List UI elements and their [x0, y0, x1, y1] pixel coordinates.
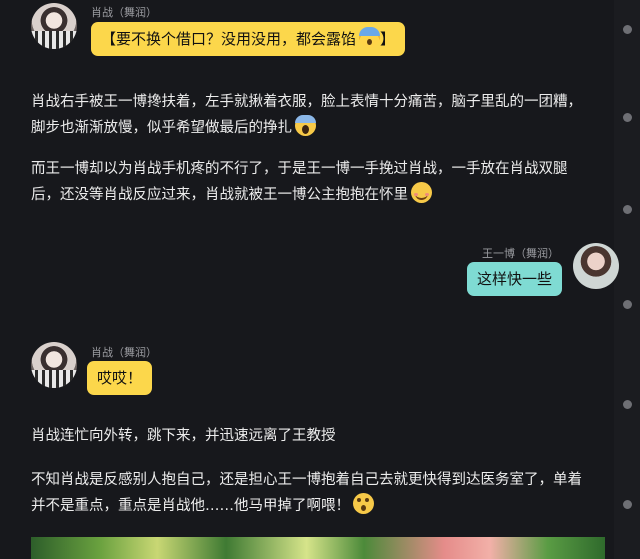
- sender-name: 王一博（舞润）: [482, 247, 559, 260]
- narration-paragraph: 不知肖战是反感别人抱自己，还是担心王一博抱着自己去就更快得到达医务室了，单着 并…: [31, 468, 582, 519]
- scroll-marker[interactable]: [623, 205, 632, 214]
- narration-line: 肖战右手被王一博搀扶着，左手就揪着衣服，脸上表情十分痛苦，脑子里乱的一团糟，: [31, 94, 582, 110]
- narration-line: 后，还没等肖战反应过来，肖战就被王一博公主抱抱在怀里: [31, 182, 568, 208]
- avatar-xiaozhan[interactable]: [31, 342, 77, 388]
- narration-line: 并不是重点，重点是肖战他……他马甲掉了啊喂！: [31, 493, 582, 519]
- smiling-blush-emoji-icon: [411, 182, 432, 203]
- chat-bubble: 【要不换个借口？没用没用，都会露馅 】: [91, 22, 406, 56]
- avatar-wangyibo[interactable]: [573, 243, 619, 289]
- flushed-face-emoji-icon: [353, 493, 374, 514]
- bubble-text: 【要不换个借口？没用没用，都会露馅: [101, 30, 357, 48]
- bubble-suffix: 】: [380, 30, 396, 48]
- scroll-marker[interactable]: [623, 300, 632, 309]
- scroll-marker[interactable]: [623, 400, 632, 409]
- screaming-face-emoji-icon: [295, 115, 316, 136]
- avatar-xiaozhan[interactable]: [31, 3, 77, 49]
- narration-line: 不知肖战是反感别人抱自己，还是担心王一博抱着自己去就更快得到达医务室了，单着: [31, 472, 582, 488]
- narration-line: 肖战连忙向外转，跳下来，并迅速远离了王教授: [31, 428, 336, 444]
- narration-paragraph: 而王一博却以为肖战手机疼的不行了，于是王一博一手挽过肖战，一手放在肖战双腿 后，…: [31, 157, 568, 208]
- narration-paragraph: 肖战右手被王一博搀扶着，左手就揪着衣服，脸上表情十分痛苦，脑子里乱的一团糟， 脚…: [31, 90, 582, 141]
- scroll-marker[interactable]: [623, 25, 632, 34]
- scroll-marker[interactable]: [623, 113, 632, 122]
- narration-line: 脚步也渐渐放慢，似乎希望做最后的挣扎: [31, 115, 582, 141]
- sender-name: 肖战（舞润）: [91, 6, 157, 19]
- embedded-image[interactable]: [31, 537, 605, 559]
- chat-bubble: 这样快一些: [467, 262, 563, 296]
- narration-line: 而王一博却以为肖战手机疼的不行了，于是王一博一手挽过肖战，一手放在肖战双腿: [31, 161, 568, 177]
- chat-bubble: 哎哎！: [87, 361, 153, 395]
- sender-name: 肖战（舞润）: [91, 346, 157, 359]
- scrollbar-track[interactable]: [614, 0, 640, 559]
- anxious-sweat-emoji-icon: [359, 27, 381, 48]
- scroll-marker[interactable]: [623, 500, 632, 509]
- narration-paragraph: 肖战连忙向外转，跳下来，并迅速远离了王教授: [31, 424, 336, 449]
